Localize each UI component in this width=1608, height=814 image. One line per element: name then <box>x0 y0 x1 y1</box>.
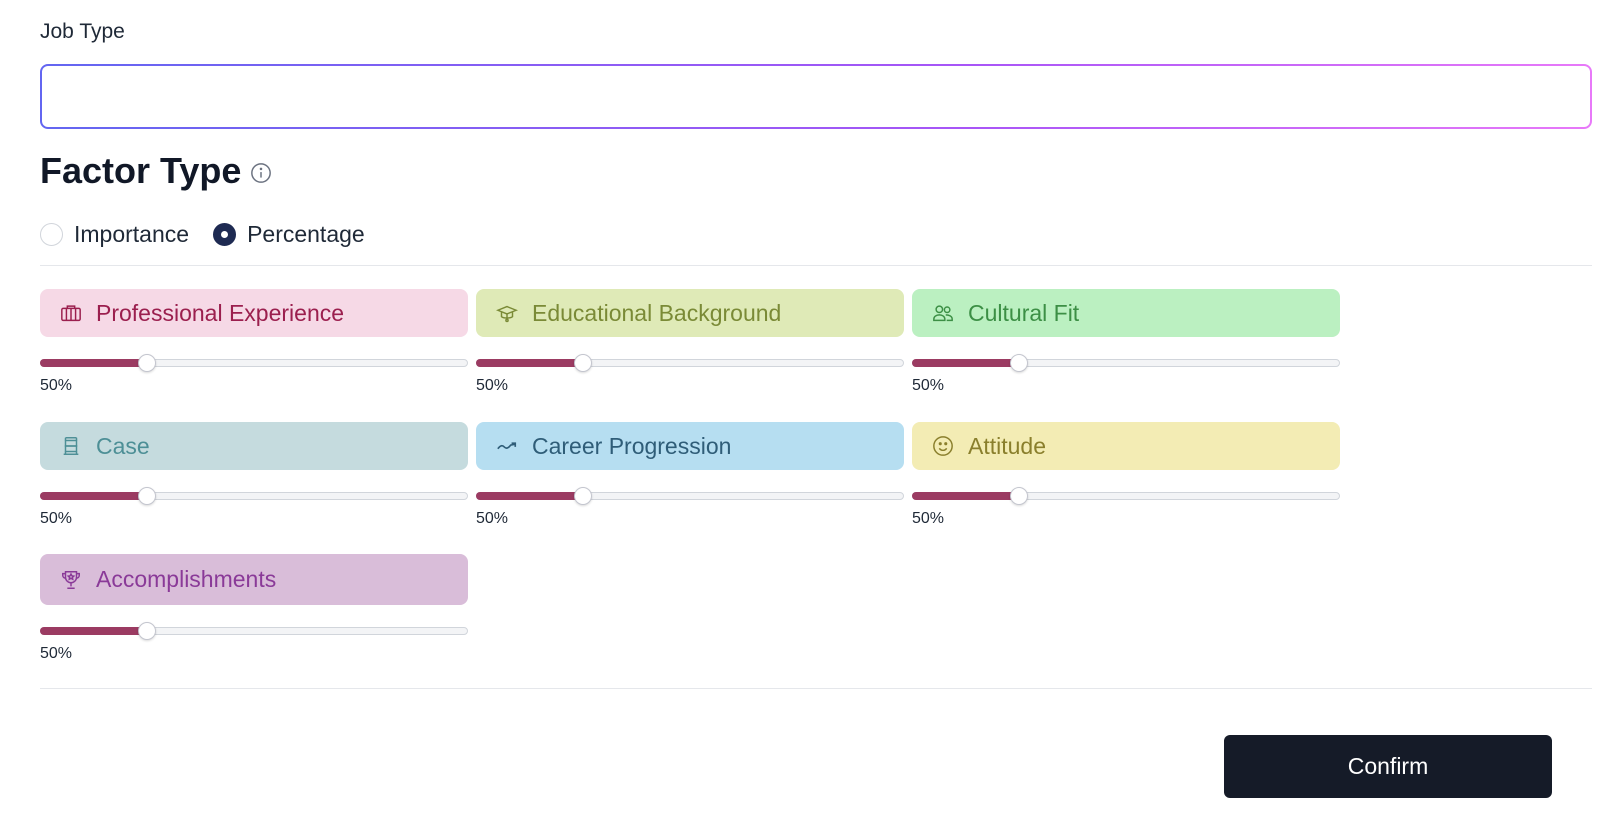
factor-chip: Attitude <box>912 422 1340 470</box>
factor-value: 50% <box>40 377 73 394</box>
slider-fill <box>912 492 1019 500</box>
slider-thumb[interactable] <box>574 487 592 505</box>
factor-label: Case <box>96 432 150 459</box>
confirm-button[interactable]: Confirm <box>1224 735 1552 798</box>
slider-fill <box>40 627 147 635</box>
factor-chip: Professional Experience <box>40 289 468 337</box>
factor-chip: Career Progression <box>476 422 904 470</box>
factor-chip: Cultural Fit <box>912 289 1340 337</box>
factor-slider[interactable] <box>476 487 904 505</box>
briefcase-icon <box>61 305 81 322</box>
trending-up-icon <box>497 442 517 450</box>
factor-value: 50% <box>912 377 945 394</box>
slider-thumb[interactable] <box>1010 487 1028 505</box>
divider-top <box>40 265 1592 266</box>
factor-type-radio-group: Importance Percentage <box>40 221 389 248</box>
radio-importance-circle[interactable] <box>40 223 63 246</box>
factor-career-progression: Career Progression 50% <box>476 422 904 528</box>
factor-slider[interactable] <box>912 487 1340 505</box>
factor-type-title: Factor Type <box>40 150 242 191</box>
factor-attitude: Attitude 50% <box>912 422 1340 528</box>
slider-fill <box>912 359 1019 367</box>
case-stack-icon <box>63 437 79 455</box>
slider-fill <box>40 492 147 500</box>
slider-thumb[interactable] <box>138 622 156 640</box>
slider-thumb[interactable] <box>1010 354 1028 372</box>
factor-educational-background: Educational Background 50% <box>476 289 904 395</box>
factor-professional-experience: Professional Experience 50% <box>40 289 468 395</box>
factor-accomplishments: Accomplishments 50% <box>40 554 468 663</box>
factor-cultural-fit: Cultural Fit 50% <box>912 289 1340 395</box>
factor-value: 50% <box>40 645 73 662</box>
factor-value: 50% <box>40 510 73 527</box>
slider-thumb[interactable] <box>138 354 156 372</box>
factor-label: Attitude <box>968 432 1046 459</box>
radio-importance[interactable]: Importance <box>40 221 189 248</box>
factor-value: 50% <box>476 510 509 527</box>
factor-label: Educational Background <box>532 299 782 326</box>
radio-percentage-label: Percentage <box>247 221 365 247</box>
info-circle-icon[interactable] <box>250 162 272 184</box>
factor-label: Career Progression <box>532 432 732 459</box>
factor-slider[interactable] <box>40 487 468 505</box>
factor-value: 50% <box>476 377 509 394</box>
factor-label: Professional Experience <box>96 299 345 326</box>
slider-fill <box>40 359 147 367</box>
factor-label: Accomplishments <box>96 566 277 592</box>
users-icon <box>933 305 953 322</box>
graduation-cap-icon <box>496 305 518 323</box>
slider-fill <box>476 492 583 500</box>
slider-thumb[interactable] <box>574 354 592 372</box>
slider-fill <box>476 359 583 367</box>
factor-slider[interactable] <box>40 622 468 640</box>
factor-chip: Educational Background <box>476 289 904 337</box>
factor-case: Case 50% <box>40 422 468 528</box>
job-type-field-border <box>40 64 1592 129</box>
factor-chip: Case <box>40 422 468 470</box>
smile-icon <box>933 436 953 456</box>
factor-slider[interactable] <box>476 354 904 372</box>
divider-bottom <box>40 688 1592 689</box>
factor-slider[interactable] <box>912 354 1340 372</box>
radio-percentage[interactable]: Percentage <box>213 221 365 248</box>
job-type-label: Job Type <box>40 20 125 43</box>
factor-label: Cultural Fit <box>968 299 1080 326</box>
radio-importance-label: Importance <box>74 221 190 247</box>
factor-slider[interactable] <box>40 354 468 372</box>
job-type-input[interactable] <box>42 66 1590 127</box>
radio-percentage-circle[interactable] <box>213 223 237 246</box>
trophy-icon <box>62 570 80 589</box>
slider-thumb[interactable] <box>138 487 156 505</box>
factor-value: 50% <box>912 510 945 527</box>
factor-chip: Accomplishments <box>40 554 468 605</box>
